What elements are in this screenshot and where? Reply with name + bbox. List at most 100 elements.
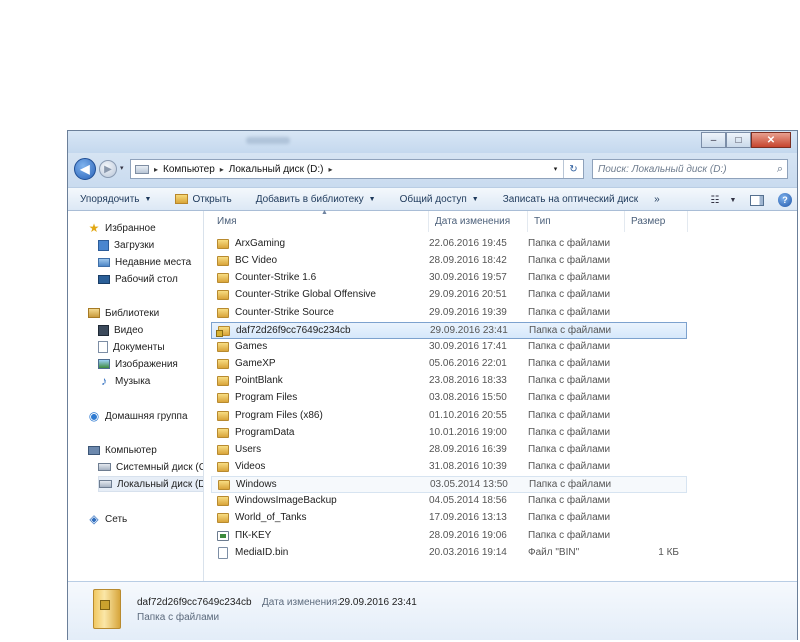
sidebar-item-homegroup[interactable]: ◉ Домашняя группа — [88, 408, 203, 424]
burn-button[interactable]: Записать на оптический диск — [495, 187, 646, 211]
file-row[interactable]: ПК-KEY 28.09.2016 19:06 Папка с файлами — [211, 528, 687, 545]
file-list: ▲ Имя Дата изменения Тип Размер ArxGamin… — [205, 209, 797, 581]
file-date: 20.03.2016 19:14 — [429, 546, 507, 558]
file-icon — [218, 546, 228, 559]
file-date: 30.09.2016 17:41 — [429, 340, 507, 352]
chevron-down-icon: ▼ — [144, 195, 152, 203]
back-button[interactable]: ◀ — [74, 158, 96, 180]
file-row[interactable]: GameXP 05.06.2016 22:01 Папка с файлами — [211, 356, 687, 373]
sidebar-item-network[interactable]: ◈ Сеть — [88, 511, 203, 527]
file-date: 01.10.2016 20:55 — [429, 409, 507, 421]
file-name: PointBlank — [235, 375, 283, 387]
sidebar-item-music[interactable]: ♪ Музыка — [98, 373, 203, 389]
maximize-button[interactable]: □ — [726, 132, 751, 148]
local-disk-icon — [99, 480, 112, 488]
sidebar-item-documents[interactable]: Документы — [98, 339, 203, 355]
details-name: daf72d26f9cc7649c234cb — [137, 597, 252, 608]
file-row[interactable]: MediaID.bin 20.03.2016 19:14 Файл "BIN" 1 К… — [211, 545, 687, 562]
downloads-icon — [98, 239, 109, 251]
file-row[interactable]: Counter-Strike Global Offensive 29.09.201… — [211, 287, 687, 304]
system-disk-icon — [98, 463, 111, 471]
chevron-right-icon[interactable]: ▸ — [328, 165, 332, 174]
folder-lock-icon — [93, 589, 121, 629]
help-button[interactable]: ? — [773, 190, 797, 210]
file-type: Папка с файлами — [528, 409, 611, 421]
address-dropdown[interactable]: ▾ — [547, 160, 563, 178]
title-bar[interactable]: – □ ✕ — [68, 131, 797, 153]
search-input[interactable]: Поиск: Локальный диск (D:) ⌕ — [592, 159, 788, 179]
file-row[interactable]: ArxGaming 22.06.2016 19:45 Папка с файлами — [211, 236, 687, 253]
file-row[interactable]: Games 30.09.2016 17:41 Папка с файлами — [211, 339, 687, 356]
minimize-button[interactable]: – — [701, 132, 726, 148]
column-header-size[interactable]: Размер — [625, 211, 688, 232]
sidebar-item-system-disk[interactable]: Системный диск (C — [98, 459, 204, 475]
folder-icon — [217, 307, 229, 318]
column-header-type[interactable]: Тип — [528, 211, 625, 232]
search-icon[interactable]: ⌕ — [777, 163, 783, 176]
homegroup-icon: ◉ — [88, 409, 100, 423]
column-label: Тип — [534, 216, 551, 227]
sidebar-item-libraries[interactable]: Библиотеки — [88, 305, 203, 321]
file-row[interactable]: Windows 03.05.2014 13:50 Папка с файлами — [211, 476, 687, 494]
sidebar-item-favorites[interactable]: ★ Избранное — [88, 220, 203, 236]
close-button[interactable]: ✕ — [751, 132, 791, 148]
sidebar-item-images[interactable]: Изображения — [98, 356, 203, 372]
view-options-button[interactable]: ☷ — [703, 190, 727, 210]
file-type: Папка с файлами — [528, 272, 611, 284]
file-row[interactable]: World_of_Tanks 17.09.2016 13:13 Папка с фа… — [211, 510, 687, 527]
file-row[interactable]: Counter-Strike 1.6 30.09.2016 19:57 Папка … — [211, 270, 687, 287]
details-view-icon: ☷ — [710, 194, 720, 206]
address-bar[interactable]: ▸ Компьютер ▸ Локальный диск (D:) ▸ ▾ ↻ — [130, 159, 584, 179]
content-area: ★ Избранное Загрузки Недавние места Рабоч… — [68, 209, 797, 581]
computer-icon — [88, 445, 100, 455]
toolbar-right: ☷ ▼ ? — [703, 188, 797, 212]
file-row[interactable]: Counter-Strike Source 29.09.2016 19:39 Пап… — [211, 305, 687, 322]
file-row[interactable]: Videos 31.08.2016 10:39 Папка с файлами — [211, 459, 687, 476]
file-row[interactable]: BC Video 28.09.2016 18:42 Папка с файлами — [211, 253, 687, 270]
file-type: Папка с файлами — [529, 324, 612, 336]
sidebar-label: Системный диск (C — [116, 461, 204, 473]
folder-icon — [217, 290, 229, 301]
navigation-pane[interactable]: ★ Избранное Загрузки Недавние места Рабоч… — [68, 211, 204, 581]
file-row[interactable]: daf72d26f9cc7649c234cb 29.09.2016 23:41 Па… — [211, 321, 687, 339]
sidebar-item-downloads[interactable]: Загрузки — [98, 237, 203, 253]
recent-pages-dropdown[interactable]: ▾ — [120, 164, 124, 172]
chevron-right-icon[interactable]: ▸ — [220, 165, 224, 174]
share-button[interactable]: Общий доступ ▼ — [392, 187, 487, 211]
add-to-library-button[interactable]: Добавить в библиотеку ▼ — [248, 187, 384, 211]
sidebar-item-computer[interactable]: Компьютер — [88, 442, 203, 458]
breadcrumb-local-disk[interactable]: Локальный диск (D:) — [229, 164, 324, 175]
sidebar-item-recent[interactable]: Недавние места — [98, 254, 203, 270]
file-name: daf72d26f9cc7649c234cb — [236, 324, 351, 336]
chevron-right-icon[interactable]: ▸ — [154, 165, 158, 174]
view-dropdown[interactable]: ▼ — [727, 190, 739, 210]
sidebar-item-video[interactable]: Видео — [98, 322, 203, 338]
column-header-name[interactable]: ▲ Имя — [211, 209, 429, 232]
file-type: Папка с файлами — [528, 460, 611, 472]
sidebar-label: Изображения — [115, 358, 178, 370]
folder-icon — [217, 461, 229, 472]
column-header-date[interactable]: Дата изменения — [429, 211, 528, 232]
file-row[interactable]: WindowsImageBackup 04.05.2014 18:56 Папка … — [211, 493, 687, 510]
file-row[interactable]: Users 28.09.2016 16:39 Папка с файлами — [211, 442, 687, 459]
more-commands-button[interactable]: » — [646, 187, 668, 211]
folder-icon — [217, 359, 229, 370]
preview-pane-button[interactable] — [745, 190, 769, 210]
breadcrumb-computer[interactable]: Компьютер — [163, 164, 215, 175]
file-date: 28.09.2016 16:39 — [429, 443, 507, 455]
help-icon: ? — [778, 193, 792, 207]
open-button[interactable]: Открыть — [167, 187, 239, 211]
file-type: Папка с файлами — [528, 443, 611, 455]
sidebar-label: Документы — [113, 341, 165, 353]
sidebar-item-desktop[interactable]: Рабочий стол — [98, 271, 203, 287]
refresh-icon[interactable]: ↻ — [563, 160, 583, 178]
file-row[interactable]: Program Files 03.08.2016 15:50 Папка с фай… — [211, 390, 687, 407]
forward-button[interactable]: ▶ — [99, 160, 117, 178]
file-row[interactable]: Program Files (x86) 01.10.2016 20:55 Папка… — [211, 408, 687, 425]
file-row[interactable]: PointBlank 23.08.2016 18:33 Папка с файлам… — [211, 373, 687, 390]
file-row[interactable]: ProgramData 10.01.2016 19:00 Папка с файла… — [211, 425, 687, 442]
organize-label: Упорядочить — [80, 193, 140, 205]
organize-button[interactable]: Упорядочить ▼ — [72, 187, 159, 211]
sidebar-item-local-disk[interactable]: Локальный диск (D — [98, 476, 203, 492]
details-date-label: Дата изменения: — [262, 597, 340, 608]
